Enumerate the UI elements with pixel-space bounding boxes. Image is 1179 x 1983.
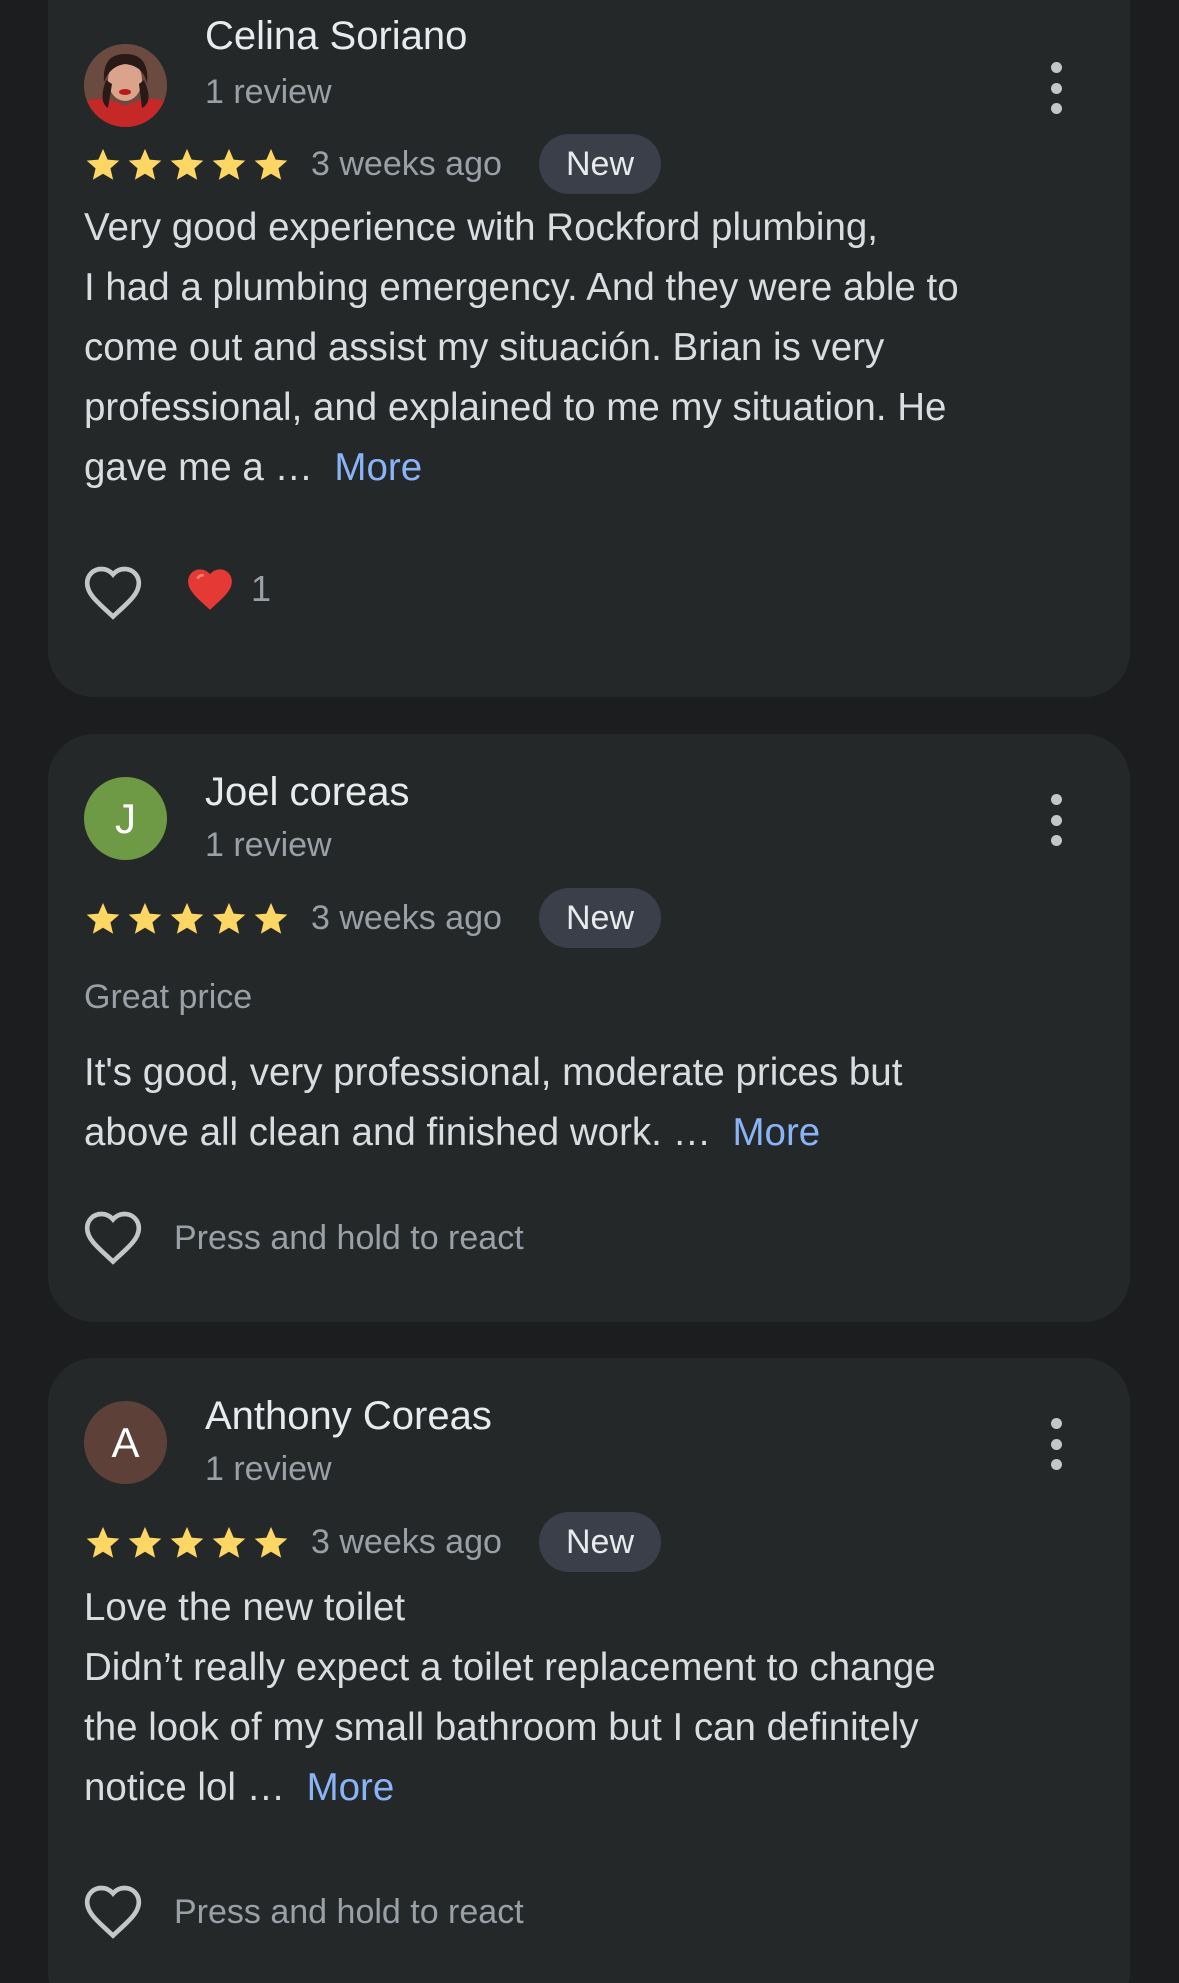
star-icon <box>86 148 120 180</box>
review-card: A Anthony Coreas 1 review 3 weeks ago Ne… <box>48 1358 1130 1983</box>
review-text-line: I had a plumbing emergency. And they wer… <box>84 266 959 309</box>
react-prompt: Press and hold to react <box>174 1219 524 1257</box>
star-rating <box>84 900 290 938</box>
review-text: Love the new toilet Didn’t really expect… <box>84 1578 1094 1818</box>
star-icon <box>128 1526 162 1558</box>
star-icon <box>86 1526 120 1558</box>
react-heart-icon[interactable] <box>82 1882 144 1940</box>
reviewer-avatar[interactable] <box>84 44 167 127</box>
star-icon <box>254 902 288 934</box>
review-attribute: Great price <box>84 978 253 1016</box>
star-rating <box>84 1524 290 1562</box>
review-text-line: above all clean and finished work. <box>84 1111 662 1154</box>
review-card: J Joel coreas 1 review 3 weeks ago New G… <box>48 734 1130 1322</box>
review-text-line: Didn’t really expect a toilet replacemen… <box>84 1646 936 1689</box>
star-icon <box>86 902 120 934</box>
reaction-count: 1 <box>251 568 272 609</box>
star-icon <box>128 148 162 180</box>
red-heart-icon <box>185 566 235 612</box>
review-text-line: notice lol <box>84 1766 236 1809</box>
more-link[interactable]: More <box>732 1111 820 1154</box>
star-icon <box>212 902 246 934</box>
review-text-line: gave me a <box>84 446 264 489</box>
review-text: It's good, very professional, moderate p… <box>84 1043 1094 1163</box>
ellipsis: … <box>246 1766 286 1809</box>
reviewer-name[interactable]: Joel coreas <box>205 768 410 816</box>
new-badge: New <box>539 134 661 194</box>
review-card: Celina Soriano 1 review 3 weeks ago New … <box>48 0 1130 697</box>
ellipsis: … <box>274 446 313 489</box>
reviewer-name[interactable]: Anthony Coreas <box>205 1392 492 1440</box>
new-badge: New <box>539 888 661 948</box>
reviewer-avatar[interactable]: J <box>84 777 167 860</box>
review-text-line: It's good, very professional, moderate p… <box>84 1051 903 1094</box>
review-text-line: Love the new toilet <box>84 1586 406 1629</box>
reviewer-review-count: 1 review <box>205 826 332 864</box>
more-link[interactable]: More <box>307 1766 395 1809</box>
ellipsis: … <box>672 1111 712 1154</box>
star-rating <box>84 146 290 184</box>
more-options-icon[interactable] <box>1049 62 1063 114</box>
avatar-initial: J <box>115 794 136 842</box>
star-icon <box>170 148 204 180</box>
star-icon <box>212 1526 246 1558</box>
review-text: Very good experience with Rockford plumb… <box>84 198 1094 498</box>
review-text-line: come out and assist my situación. Brian … <box>84 326 885 369</box>
react-prompt: Press and hold to react <box>174 1893 524 1931</box>
react-heart-icon[interactable] <box>82 1208 144 1266</box>
reviewer-review-count: 1 review <box>205 73 332 111</box>
reviewer-review-count: 1 review <box>205 1450 332 1488</box>
review-text-line: the look of my small bathroom but I can … <box>84 1706 919 1749</box>
reactions-summary[interactable]: 1 <box>185 566 271 612</box>
profile-photo <box>84 44 167 127</box>
star-icon <box>128 902 162 934</box>
star-icon <box>170 1526 204 1558</box>
reviews-feed: Celina Soriano 1 review 3 weeks ago New … <box>0 0 1179 1983</box>
more-options-icon[interactable] <box>1049 794 1063 846</box>
react-heart-icon[interactable] <box>82 563 144 621</box>
review-date: 3 weeks ago <box>311 145 502 183</box>
review-text-line: Very good experience with Rockford plumb… <box>84 206 878 249</box>
reviewer-avatar[interactable]: A <box>84 1401 167 1484</box>
more-options-icon[interactable] <box>1049 1418 1063 1470</box>
star-icon <box>212 148 246 180</box>
star-icon <box>254 1526 288 1558</box>
review-text-line: professional, and explained to me my sit… <box>84 386 947 429</box>
star-icon <box>254 148 288 180</box>
new-badge: New <box>539 1512 661 1572</box>
more-link[interactable]: More <box>334 446 422 489</box>
reviewer-name[interactable]: Celina Soriano <box>205 12 467 60</box>
avatar-initial: A <box>111 1418 140 1466</box>
review-date: 3 weeks ago <box>311 899 502 937</box>
review-date: 3 weeks ago <box>311 1523 502 1561</box>
star-icon <box>170 902 204 934</box>
